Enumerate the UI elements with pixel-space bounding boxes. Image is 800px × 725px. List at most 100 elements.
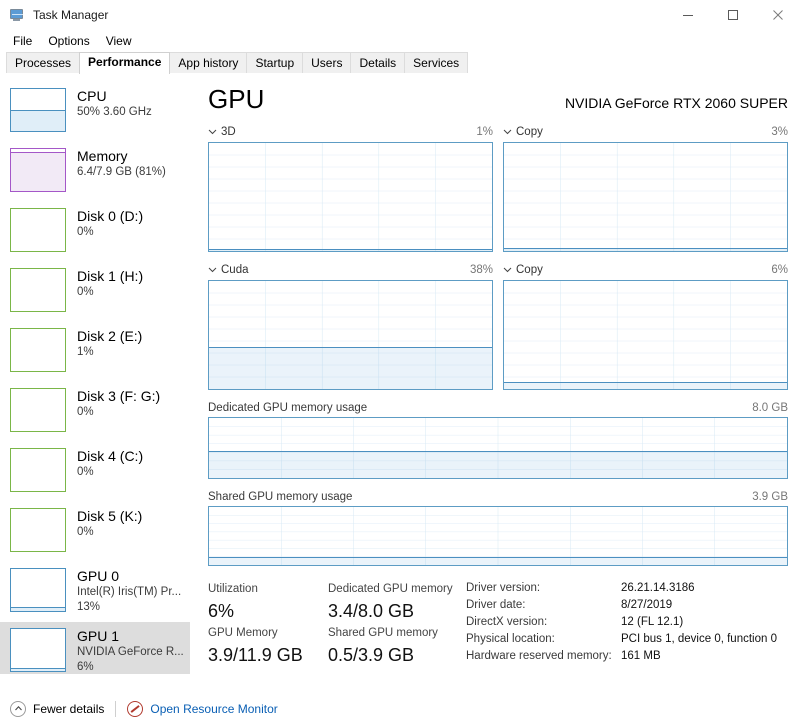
disk-thumbnail-graph <box>10 388 66 432</box>
graph-cuda-header[interactable]: Cuda <box>208 264 249 276</box>
sidebar-item-gpu-0[interactable]: GPU 0 Intel(R) Iris(TM) Pr... 13% <box>0 562 190 622</box>
dedicated-memory-header: Dedicated GPU memory usage 8.0 GB <box>208 400 788 415</box>
sidebar-item-disk-3[interactable]: Disk 3 (F: G:) 0% <box>0 382 190 442</box>
graph-3d-plot <box>208 142 493 252</box>
tab-startup[interactable]: Startup <box>246 52 304 74</box>
engine-graph-row-1: 3D 1% Copy 3% <box>208 124 788 252</box>
sidebar-item-detail: 0% <box>77 226 94 238</box>
device-name: NVIDIA GeForce RTX 2060 SUPER <box>564 95 788 111</box>
info-key: Driver version: <box>466 582 541 594</box>
task-manager-icon <box>9 7 25 23</box>
sidebar-item-label: Disk 2 (E:) <box>77 328 143 344</box>
close-button[interactable] <box>755 0 800 30</box>
sidebar-item-disk-2[interactable]: Disk 2 (E:) 1% <box>0 322 190 382</box>
main-area: CPU 50% 3.60 GHz Memory 6.4/7.9 GB (81%)… <box>0 74 800 674</box>
plot-area <box>209 249 492 251</box>
window-controls <box>665 0 800 30</box>
disk-thumbnail-graph <box>10 448 66 492</box>
sidebar-item-detail: 50% 3.60 GHz <box>77 106 152 118</box>
sidebar-item-disk-4[interactable]: Disk 4 (C:) 0% <box>0 442 190 502</box>
graph-value: 1% <box>476 126 493 138</box>
graph-copy1-header[interactable]: Copy <box>503 126 543 138</box>
graph-label: Copy <box>516 264 543 276</box>
sidebar-item-disk-0[interactable]: Disk 0 (D:) 0% <box>0 202 190 262</box>
gpu-thumbnail-graph <box>10 568 66 612</box>
tab-details[interactable]: Details <box>350 52 406 74</box>
sidebar-item-cpu[interactable]: CPU 50% 3.60 GHz <box>0 82 190 142</box>
sidebar-item-detail: 0% <box>77 466 94 478</box>
menu-bar: File Options View <box>0 30 800 52</box>
disk-thumbnail-graph <box>10 208 66 252</box>
menu-item-view[interactable]: View <box>99 33 139 49</box>
gpu-thumbnail-graph <box>10 628 66 672</box>
info-key: DirectX version: <box>466 616 548 628</box>
graph-max-value: 8.0 GB <box>752 401 788 414</box>
sidebar-item-detail: 6.4/7.9 GB (81%) <box>77 166 166 178</box>
cpu-thumbnail-graph <box>10 88 66 132</box>
stat-memory: Dedicated GPU memory 3.4/8.0 GB Shared G… <box>328 580 458 668</box>
sidebar-item-gpu-1[interactable]: GPU 1 NVIDIA GeForce R... 6% <box>0 622 190 674</box>
sidebar-item-memory[interactable]: Memory 6.4/7.9 GB (81%) <box>0 142 190 202</box>
plot-grid <box>504 143 787 251</box>
info-row: Physical location: PCI bus 1, device 0, … <box>466 631 777 648</box>
graph-copy2-plot <box>503 280 788 390</box>
title-bar: Task Manager <box>0 0 800 30</box>
sidebar-item-label: Disk 1 (H:) <box>77 268 144 284</box>
stat-label: GPU Memory <box>208 627 278 639</box>
graph-label: Cuda <box>221 264 249 276</box>
footer-bar: Fewer details Open Resource Monitor <box>0 691 800 725</box>
graph-label: 3D <box>221 126 236 138</box>
plot-grid <box>504 281 787 389</box>
performance-sidebar: CPU 50% 3.60 GHz Memory 6.4/7.9 GB (81%)… <box>0 74 190 674</box>
tab-strip: Processes Performance App history Startu… <box>0 52 800 74</box>
fewer-details-button[interactable]: Fewer details <box>10 700 105 717</box>
info-row: Driver version: 26.21.14.3186 <box>466 580 777 597</box>
plot-grid <box>209 143 492 251</box>
sidebar-item-detail: 0% <box>77 286 94 298</box>
disk-thumbnail-graph <box>10 508 66 552</box>
sidebar-item-label: GPU 0 <box>77 568 120 584</box>
plot-area <box>209 557 787 565</box>
sidebar-item-disk-1[interactable]: Disk 1 (H:) 0% <box>0 262 190 322</box>
tab-users[interactable]: Users <box>302 52 352 74</box>
fewer-details-label: Fewer details <box>33 701 105 716</box>
shared-memory-header: Shared GPU memory usage 3.9 GB <box>208 489 788 504</box>
maximize-button[interactable] <box>710 0 755 30</box>
graph-label: Copy <box>516 126 543 138</box>
device-info-table: Driver version: 26.21.14.3186 Driver dat… <box>466 580 777 668</box>
tab-performance[interactable]: Performance <box>79 52 171 74</box>
stat-label: Utilization <box>208 583 258 595</box>
graph-3d-header[interactable]: 3D <box>208 126 236 138</box>
open-resource-monitor-link[interactable]: Open Resource Monitor <box>127 700 278 717</box>
graph-label: Shared GPU memory usage <box>208 490 353 503</box>
plot-area <box>209 451 787 478</box>
tab-processes[interactable]: Processes <box>6 52 81 74</box>
sidebar-item-label: Disk 4 (C:) <box>77 448 144 464</box>
disk-thumbnail-graph <box>10 268 66 312</box>
sidebar-item-detail: NVIDIA GeForce R... <box>77 646 184 658</box>
sidebar-item-label: CPU <box>77 88 107 104</box>
graph-copy2-header[interactable]: Copy <box>503 264 543 276</box>
sidebar-item-detail: 0% <box>77 526 94 538</box>
minimize-button[interactable] <box>665 0 710 30</box>
panel-header: GPU NVIDIA GeForce RTX 2060 SUPER <box>208 84 788 114</box>
menu-item-file[interactable]: File <box>6 33 39 49</box>
tab-services[interactable]: Services <box>404 52 469 74</box>
sidebar-item-label: Disk 3 (F: G:) <box>77 388 161 404</box>
sidebar-item-label: GPU 1 <box>77 628 120 644</box>
stat-utilization: Utilization 6% GPU Memory 3.9/11.9 GB <box>208 580 328 668</box>
info-key: Hardware reserved memory: <box>466 650 612 662</box>
sidebar-item-disk-5[interactable]: Disk 5 (K:) 0% <box>0 502 190 562</box>
gpu-detail-panel: GPU NVIDIA GeForce RTX 2060 SUPER 3D 1% <box>190 74 800 674</box>
stat-value: 3.4/8.0 GB <box>328 601 415 621</box>
graph-copy1-plot <box>503 142 788 252</box>
sidebar-item-label: Memory <box>77 148 128 164</box>
menu-item-options[interactable]: Options <box>41 33 96 49</box>
disk-thumbnail-graph <box>10 328 66 372</box>
tab-app-history[interactable]: App history <box>169 52 248 74</box>
footer-divider <box>115 700 117 717</box>
chevron-up-icon <box>10 700 26 717</box>
sidebar-item-usage: 6% <box>77 661 94 673</box>
graph-cell-copy-1: Copy 3% <box>503 124 788 252</box>
graph-value: 3% <box>771 126 788 138</box>
